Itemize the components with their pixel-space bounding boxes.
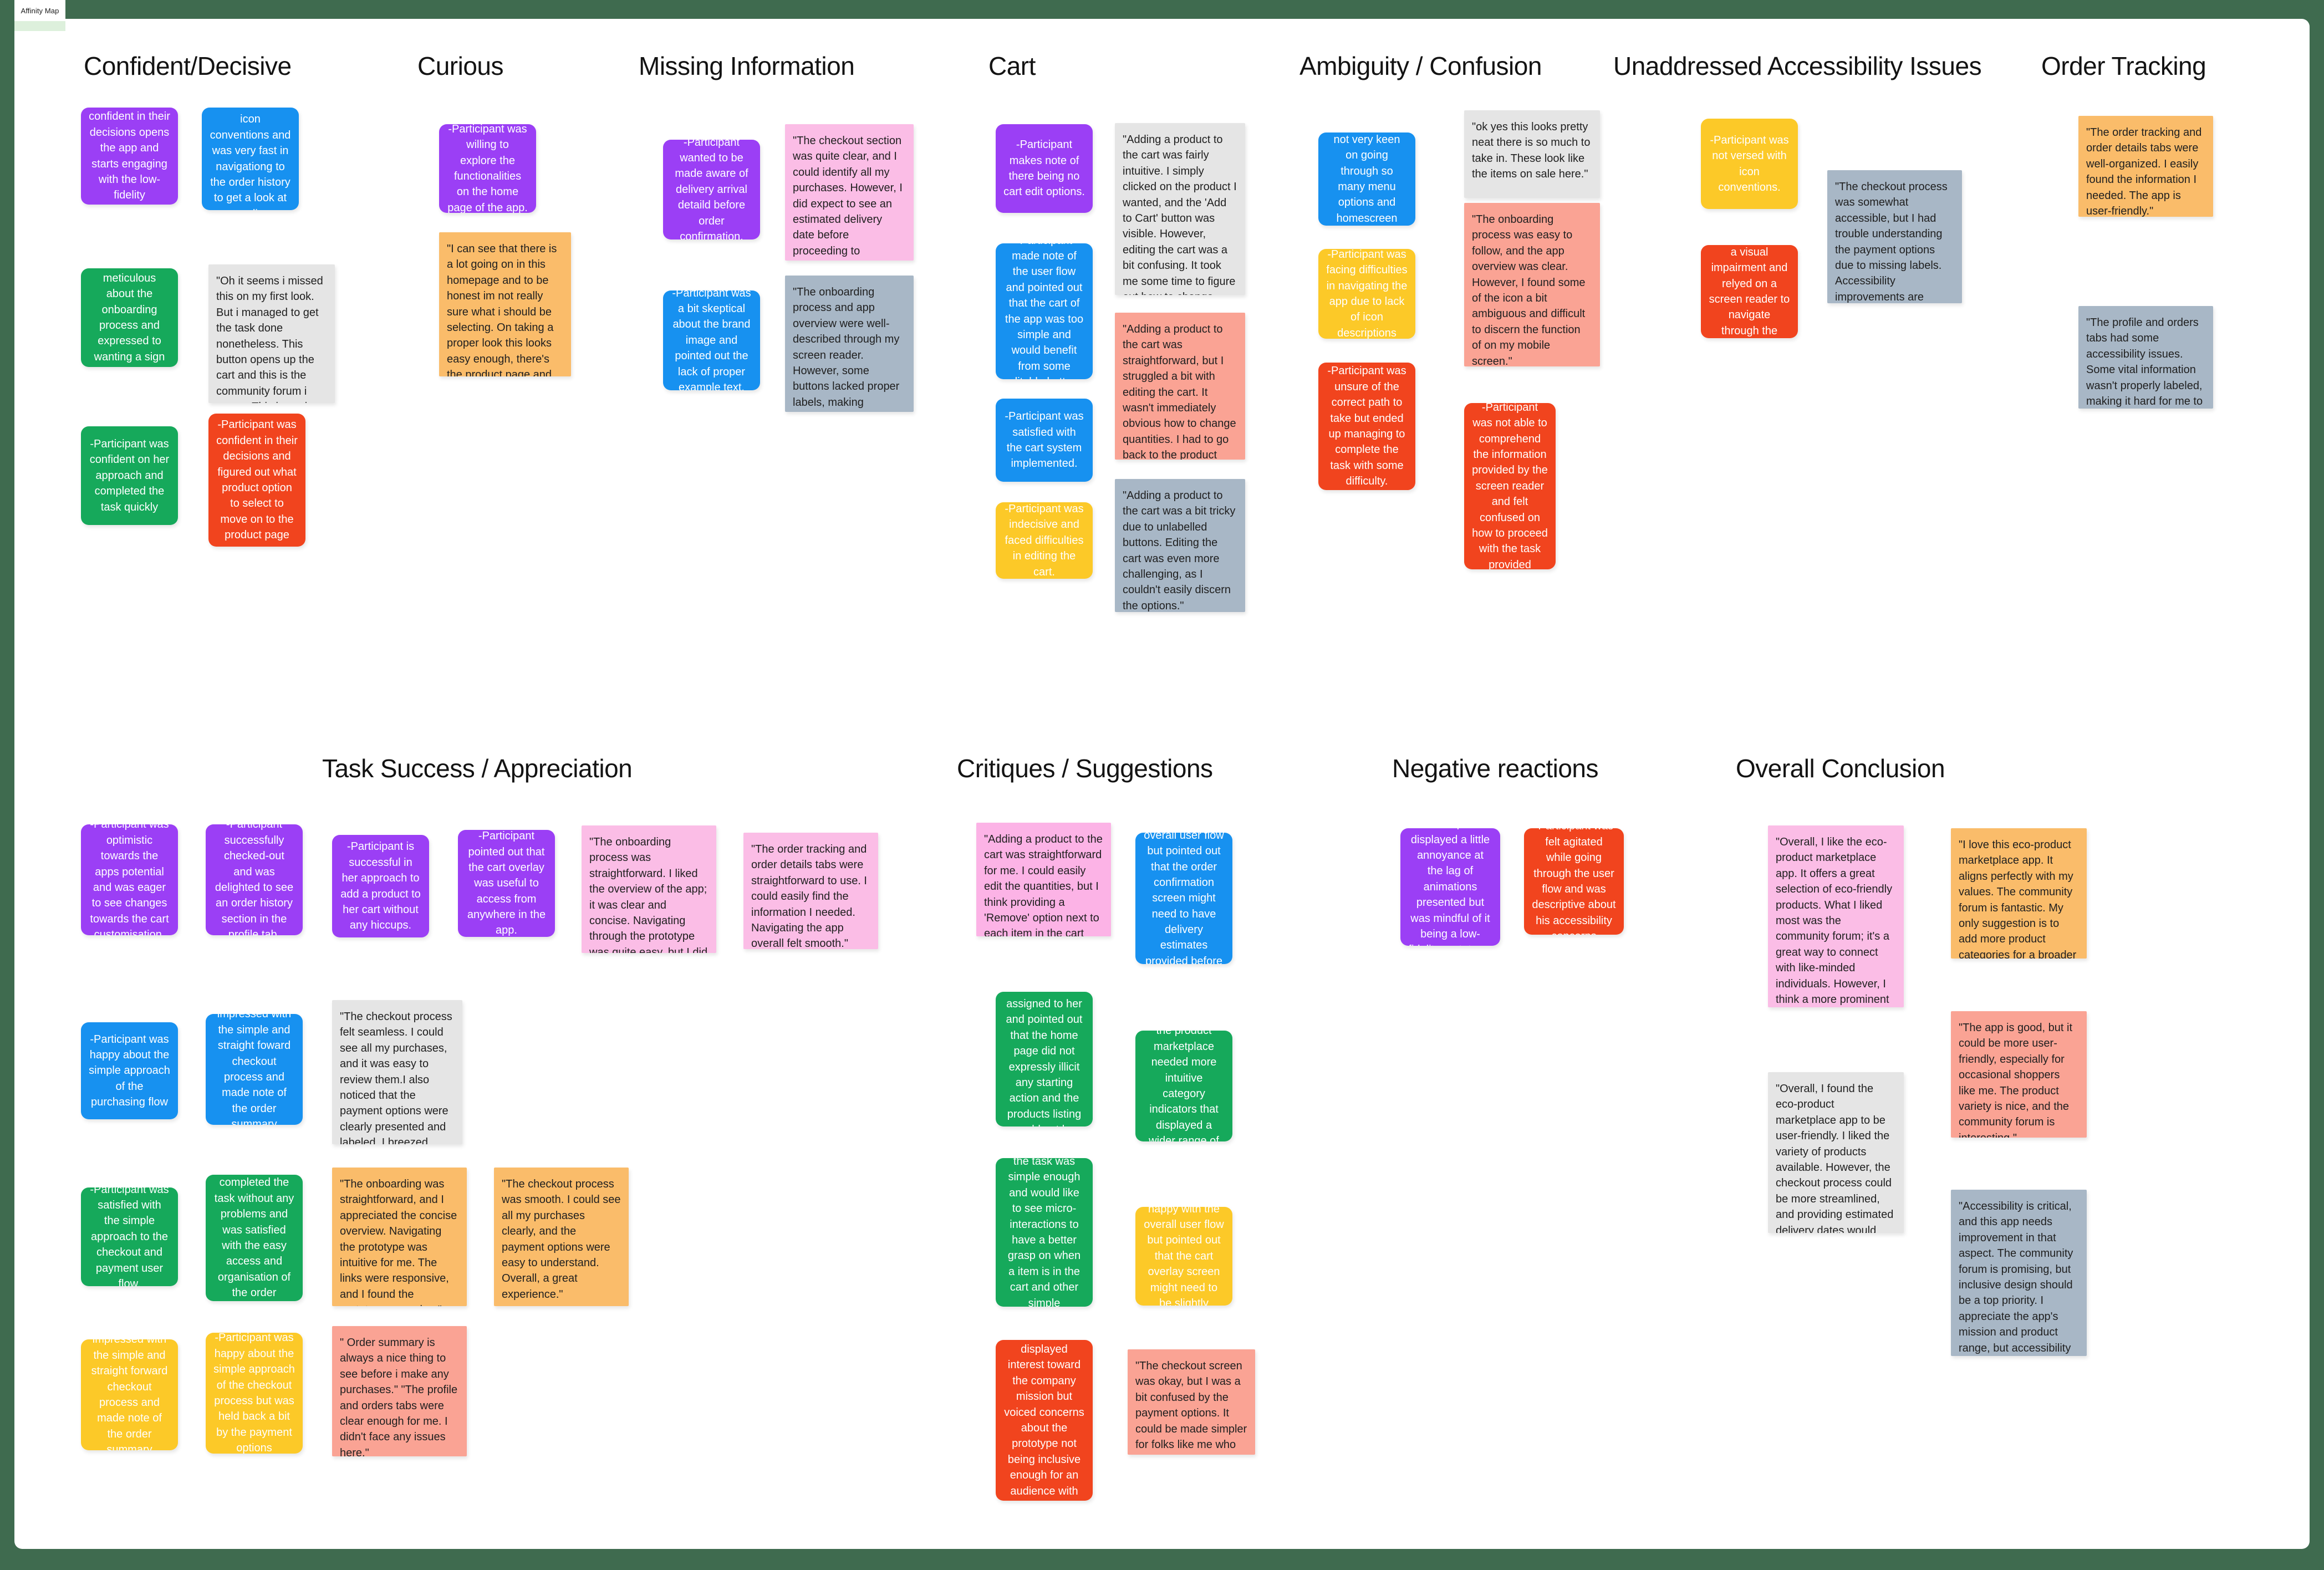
sticky-note[interactable]: -Participant was happy about the simple … <box>206 1333 303 1454</box>
sticky-note[interactable]: "Overall, I like the eco-product marketp… <box>1768 825 1904 1007</box>
tab-affinity-map[interactable]: Affinity Map <box>14 0 65 21</box>
sticky-note[interactable]: -Participant was confident in their deci… <box>81 108 178 205</box>
sticky-note[interactable]: "Oh it seems i missed this on my first l… <box>208 264 335 403</box>
sticky-note[interactable]: -Participant pointed out that the task w… <box>996 1158 1093 1307</box>
sticky-note[interactable]: -Participant successfully checked-out an… <box>206 824 303 935</box>
column-title-ambiguity-confusion: Ambiguity / Confusion <box>1299 52 1542 80</box>
column-title-missing-information: Missing Information <box>639 52 855 80</box>
column-title-curious: Curious <box>417 52 504 80</box>
sticky-note[interactable]: -Participant pointed out that the cart o… <box>458 830 555 937</box>
column-title-order-tracking: Order Tracking <box>2041 52 2206 80</box>
sticky-note[interactable]: "Accessibility is critical, and this app… <box>1951 1190 2087 1356</box>
sticky-note[interactable]: -Participant was felt agitated while goi… <box>1524 828 1624 935</box>
sticky-note[interactable]: -Participant felt the product marketplac… <box>1135 1031 1232 1141</box>
sticky-note[interactable]: "The checkout process felt seamless. I c… <box>332 1000 462 1144</box>
sticky-note[interactable]: "Adding a product to the cart was a bit … <box>1115 479 1245 612</box>
sticky-note[interactable]: "I can see that there is a lot going on … <box>439 232 571 376</box>
sticky-note[interactable]: -Participant was happy about the simple … <box>81 1022 178 1119</box>
sticky-note[interactable]: -Participant was unsure of the correct p… <box>1318 363 1415 490</box>
sticky-note[interactable]: "Overall, I found the eco-product market… <box>1768 1072 1904 1233</box>
sticky-note[interactable]: -Participant was not able to comprehend … <box>1464 403 1556 569</box>
sticky-note[interactable]: "The checkout screen was okay, but I was… <box>1128 1349 1255 1455</box>
sticky-note[interactable]: "The onboarding process was straightforw… <box>582 825 716 953</box>
column-title-overall-conclusion: Overall Conclusion <box>1736 754 1945 783</box>
sticky-note[interactable]: "The onboarding was straightforward, and… <box>332 1168 467 1306</box>
sticky-note[interactable]: "I love this eco-product marketplace app… <box>1951 828 2087 959</box>
sticky-note[interactable]: -Participant was indecisive and faced di… <box>996 502 1093 579</box>
column-title-critiques: Critiques / Suggestions <box>957 754 1213 783</box>
sticky-note[interactable]: -Participant was a bit skeptical about t… <box>663 290 760 390</box>
sticky-note[interactable]: -Participant wanted to be made aware of … <box>663 140 760 239</box>
sticky-note[interactable]: -Participant was critical in the user ro… <box>996 992 1093 1126</box>
affinity-map-page: Affinity Map Confident/Decisive Curious … <box>0 0 2324 1570</box>
sticky-note[interactable]: "The checkout process was somewhat acces… <box>1827 170 1962 303</box>
sticky-note[interactable]: "The onboarding process and app overview… <box>785 276 914 412</box>
sticky-note[interactable]: -Participant was willing to explore the … <box>439 124 536 213</box>
sticky-note[interactable]: "ok yes this looks pretty neat there is … <box>1464 110 1600 198</box>
sticky-note[interactable]: -Participant was not very keen on going … <box>1318 132 1415 226</box>
sticky-note[interactable]: "The order tracking and order details ta… <box>743 833 878 949</box>
sticky-note[interactable]: -Participant is successful in her approa… <box>332 835 429 937</box>
board-canvas: Confident/Decisive Curious Missing Infor… <box>14 19 2310 1549</box>
sticky-note[interactable]: -Participant was optimistic towards the … <box>81 824 178 935</box>
sticky-note[interactable]: -Participant was confident in their deci… <box>208 414 305 547</box>
sticky-note[interactable]: "The profile and orders tabs had some ac… <box>2078 306 2213 409</box>
sticky-note[interactable]: " Order summary is always a nice thing t… <box>332 1326 467 1456</box>
column-title-task-success: Task Success / Appreciation <box>322 754 633 783</box>
sticky-note[interactable]: -Participant was happy with the overall … <box>1135 1207 1232 1306</box>
sticky-note[interactable]: -Participant makes note of there being n… <box>996 124 1093 213</box>
sticky-note[interactable]: -Participant was happy with the overall … <box>1135 833 1232 964</box>
sticky-note[interactable]: -Participant was meticulous about the on… <box>81 268 178 367</box>
sticky-note[interactable]: -Participant was impressed with the simp… <box>206 1014 303 1125</box>
sticky-note[interactable]: -Participant was satisfied with the simp… <box>81 1187 178 1286</box>
sticky-note[interactable]: -Participant made note of the user flow … <box>996 243 1093 379</box>
sticky-note[interactable]: -Participant was satisfied with the cart… <box>996 399 1093 482</box>
column-title-negative-reactions: Negative reactions <box>1392 754 1598 783</box>
sticky-note[interactable]: -Participant was well versed in icon con… <box>202 108 299 210</box>
sticky-note[interactable]: -Participant displayed interest toward t… <box>996 1340 1093 1501</box>
tab-label: Affinity Map <box>21 6 59 15</box>
sticky-note[interactable]: "Adding a product to the cart was straig… <box>1115 313 1245 460</box>
sticky-note[interactable]: -Participant was impressed with the simp… <box>81 1339 178 1450</box>
column-title-cart: Cart <box>988 52 1036 80</box>
sticky-note[interactable]: "The checkout process was smooth. I coul… <box>494 1168 629 1306</box>
sticky-note[interactable]: "The onboarding process was easy to foll… <box>1464 203 1600 366</box>
sticky-note[interactable]: "The order tracking and order details ta… <box>2078 116 2213 217</box>
sticky-note[interactable]: "The checkout section was quite clear, a… <box>785 124 914 261</box>
sticky-note[interactable]: -Participant displayed a little annoyanc… <box>1400 828 1500 946</box>
sticky-note[interactable]: -Participant was confident on her approa… <box>81 426 178 525</box>
sticky-note[interactable]: -Participant completed the task without … <box>206 1175 303 1301</box>
sticky-note[interactable]: "The app is good, but it could be more u… <box>1951 1011 2087 1138</box>
sticky-note[interactable]: -Participant was facing difficulties in … <box>1318 249 1415 339</box>
sticky-note[interactable]: "Adding a product to the cart was fairly… <box>1115 123 1245 295</box>
sticky-note[interactable]: "Adding a product to the cart was straig… <box>976 823 1111 936</box>
sticky-note[interactable]: -Participant had a visual impairment and… <box>1701 245 1798 338</box>
sticky-note[interactable]: -Participant was not versed with icon co… <box>1701 119 1798 209</box>
column-title-accessibility: Unaddressed Accessibility Issues <box>1613 52 1982 80</box>
column-title-confident-decisive: Confident/Decisive <box>84 52 292 80</box>
